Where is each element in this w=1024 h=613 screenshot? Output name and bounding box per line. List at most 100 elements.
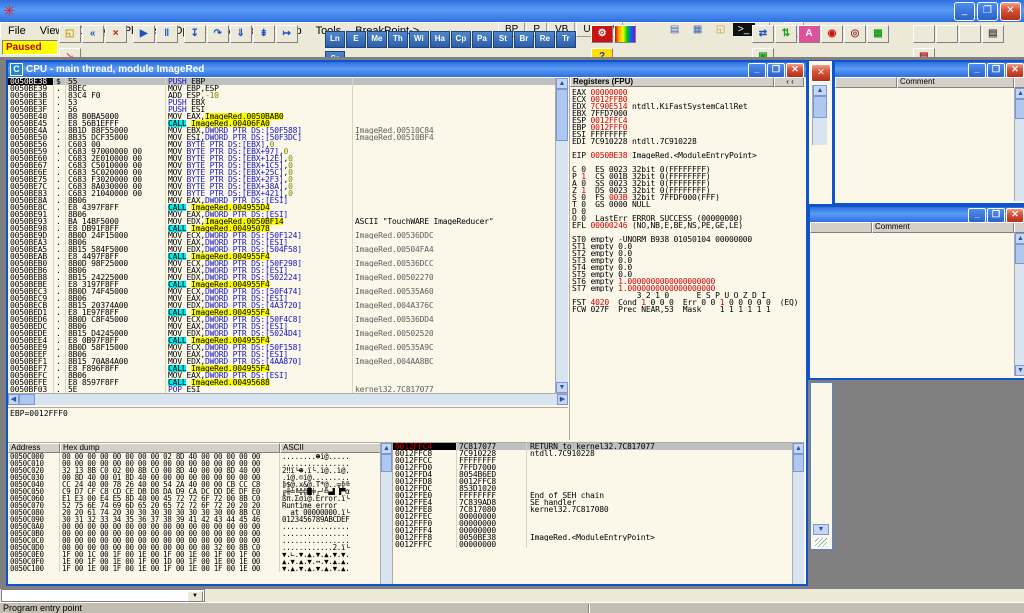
disasm-row[interactable]: 0050BE38$55PUSH EBP [8, 78, 555, 85]
disasm-row[interactable]: 0050BEC3.8B0D 74F45000MOV ECX,DWORD PTR … [8, 288, 555, 295]
register-line[interactable]: FST 4020 Cond 1 0 0 0 Err 0 0 1 0 0 0 0 … [572, 299, 804, 306]
disasm-row[interactable]: 0050BE83.C683 21040000 00MOV BYTE PTR DS… [8, 190, 555, 197]
disassembly-scrollbar[interactable]: ▲ ▼ [555, 78, 568, 393]
close-button[interactable]: ✕ [1000, 2, 1021, 21]
cpu-titlebar[interactable]: C CPU - main thread, module ImageRed _ ❐… [8, 62, 806, 77]
pane-button-wi[interactable]: Wi [409, 31, 429, 48]
disasm-row[interactable]: 0050BE6E.C683 5C020000 00MOV BYTE PTR DS… [8, 169, 555, 176]
register-line[interactable]: EIP 0050BE38 ImageRed.<ModuleEntryPoint> [572, 152, 804, 159]
comment-window-1-titlebar[interactable]: _ ❐ ✕ [835, 62, 1024, 77]
stack-row[interactable]: 0012FFF000000000 [393, 520, 804, 527]
disasm-row[interactable]: 0050BEA3.8B06MOV EAX,DWORD PTR DS:[ESI] [8, 239, 555, 246]
register-line[interactable] [572, 159, 804, 166]
appearance-icon[interactable] [614, 25, 636, 43]
register-line[interactable]: EDX 7C90E514 ntdll.KiFastSystemCallRet [572, 103, 804, 110]
swap-icon[interactable]: ⇄ [752, 25, 774, 43]
scroll-thumb[interactable] [19, 394, 35, 405]
assemble-icon[interactable]: A [798, 25, 820, 43]
disasm-row[interactable]: 0050BEE9.8B0D 58F15000MOV ECX,DWORD PTR … [8, 344, 555, 351]
register-line[interactable]: ST1 empty 0.0 [572, 243, 804, 250]
scroll-up-arrow[interactable]: ▲ [381, 443, 392, 454]
scroll-right-arrow[interactable]: ▶ [557, 394, 568, 405]
dump-scrollbar[interactable]: ▲ [380, 443, 392, 584]
disasm-row[interactable]: 0050BE45.E8 56B1EFFFCALL ImageRed.00406F… [8, 120, 555, 127]
register-line[interactable]: D 0 [572, 208, 804, 215]
restart-icon[interactable]: « [82, 25, 104, 43]
dump-pane[interactable]: Address Hex dump ASCII 0050C00000 00 00 … [8, 442, 392, 584]
stack-row[interactable]: 0012FFEC00000000 [393, 513, 804, 520]
disasm-row[interactable]: 0050BE75.C683 F3020000 00MOV BYTE PTR DS… [8, 176, 555, 183]
register-line[interactable]: ESP 0012FFC4 [572, 117, 804, 124]
register-line[interactable]: O 0 LastErr ERROR_SUCCESS (00000000) [572, 215, 804, 222]
scroll-down-arrow[interactable]: ▼ [813, 524, 829, 535]
dump-row[interactable]: 0050C0D000 00 00 00 00 00 00 00 00 00 00… [8, 544, 392, 551]
register-line[interactable]: ST4 empty 0.0 [572, 264, 804, 271]
dump-row[interactable]: 0050C0E01F 00 1C 00 1F 00 1E 00 1F 00 1E… [8, 551, 392, 558]
dump-row[interactable]: 0050C0A000 00 00 00 00 00 00 00 00 00 00… [8, 523, 392, 530]
stack-row[interactable]: 0012FFC47C817077RETURN to kernel32.7C817… [393, 443, 804, 450]
registers-header-arrows[interactable]: ‹ ‹ [774, 77, 804, 87]
disasm-row[interactable]: 0050BE4A.8B1D 88F55000MOV EBX,DWORD PTR … [8, 127, 555, 134]
dump-row[interactable]: 0050C00000 00 00 00 00 00 00 00 02 8D 40… [8, 453, 392, 460]
dump-row[interactable]: 0050C050C9 D7 CF C8 CD CE DB D8 DA D9 CA… [8, 488, 392, 495]
stack-row[interactable]: 0012FFE47C839AD8SE handler [393, 499, 804, 506]
stack-row[interactable]: 0012FFC87C910228ntdll.7C910228 [393, 450, 804, 457]
scroll-down-arrow[interactable]: ▼ [556, 382, 568, 393]
execute-till-return-icon[interactable]: ↦ [276, 25, 298, 43]
disasm-row[interactable]: 0050BEC9.8B06MOV EAX,DWORD PTR DS:[ESI] [8, 295, 555, 302]
disasm-row[interactable]: 0050BE50.8B35 DCF35000MOV ESI,DWORD PTR … [8, 134, 555, 141]
register-line[interactable]: ST6 empty 1.0000000000000000000 [572, 278, 804, 285]
disasm-row[interactable]: 0050BE3B.83C4 F0ADD ESP,-10 [8, 92, 555, 99]
scroll-up-arrow[interactable]: ▲ [1015, 233, 1024, 244]
step-over-icon[interactable]: ↷ [207, 25, 229, 43]
disasm-row[interactable]: 0050BEFE.E8 8597F8FFCALL ImageRed.004956… [8, 379, 555, 386]
binary-icon[interactable]: ▦ [867, 25, 889, 43]
run-icon[interactable]: ▶ [133, 25, 155, 43]
floppy-icon[interactable]: ▦ [687, 23, 709, 36]
disasm-row[interactable]: 0050BE67.C683 C5010000 00MOV BYTE PTR DS… [8, 162, 555, 169]
register-line[interactable]: ECX 0012FFB0 [572, 96, 804, 103]
restore-button[interactable]: ❐ [767, 63, 785, 78]
disasm-row[interactable]: 0050BEB0.8B0D 98F25000MOV ECX,DWORD PTR … [8, 260, 555, 267]
register-line[interactable]: EAX 00000000 [572, 89, 804, 96]
empty-button[interactable] [959, 25, 981, 43]
stack-row[interactable]: 0012FFE0FFFFFFFFEnd of SEH chain [393, 492, 804, 499]
disasm-row[interactable]: 0050BED6.8B0D C8F45000MOV ECX,DWORD PTR … [8, 316, 555, 323]
minimize-button[interactable]: _ [748, 63, 766, 78]
notes-icon[interactable]: ▤ [664, 23, 686, 36]
scroll-down-arrow[interactable]: ▼ [1015, 365, 1024, 376]
step-into-icon[interactable]: ↧ [184, 25, 206, 43]
disasm-row[interactable]: 0050BE8A.8B06MOV EAX,DWORD PTR DS:[ESI] [8, 197, 555, 204]
register-line[interactable]: Z 1 DS 0023 32bit 0(FFFFFFFF) [572, 187, 804, 194]
disasm-row[interactable]: 0050BEA5.8B15 584F5000MOV EDX,DWORD PTR … [8, 246, 555, 253]
dump-row[interactable]: 0050C0C000 00 00 00 00 00 00 00 00 00 00… [8, 537, 392, 544]
disasm-row[interactable]: 0050BEF1.8B15 70A84A00MOV EDX,DWORD PTR … [8, 358, 555, 365]
resize-grip[interactable] [815, 538, 827, 547]
disasm-row[interactable]: 0050BE60.C683 2E010000 00MOV BYTE PTR DS… [8, 155, 555, 162]
scroll-up-arrow[interactable]: ▲ [1015, 88, 1024, 99]
pane-button-ha[interactable]: Ha [430, 31, 450, 48]
minimize-button[interactable]: _ [968, 208, 986, 223]
pane-button-pa[interactable]: Pa [472, 31, 492, 48]
dump-row[interactable]: 0050C03000 8D 40 00 01 8D 40 00 00 00 00… [8, 474, 392, 481]
scroll-thumb[interactable] [556, 89, 568, 141]
updown-icon[interactable]: ⇅ [775, 25, 797, 43]
combobox-dropdown-arrow[interactable]: ▼ [187, 591, 203, 602]
hidden-window-close-button[interactable]: ✕ [811, 64, 831, 82]
scroll-thumb[interactable] [381, 454, 392, 472]
dump-row[interactable]: 0050C02032 13 8B C0 02 00 8B C0 00 8D 40… [8, 467, 392, 474]
register-line[interactable] [572, 145, 804, 152]
scroll-up-arrow[interactable]: ▲ [556, 78, 568, 89]
stack-row[interactable]: 0012FFFC00000000 [393, 541, 804, 548]
disasm-row[interactable]: 0050BE8C.E8 4397F8FFCALL ImageRed.004955… [8, 204, 555, 211]
scroll-thumb[interactable] [1015, 99, 1024, 119]
register-line[interactable] [572, 229, 804, 236]
comment-window-2-titlebar[interactable]: _ ❐ ✕ [810, 207, 1024, 222]
dump-row[interactable]: 0050C07052 75 6E 74 69 6D 65 20 65 72 72… [8, 502, 392, 509]
options-gear-icon[interactable]: ⚙ [591, 25, 613, 43]
pane-button-ln[interactable]: Ln [325, 31, 345, 48]
stack-pane[interactable]: 0012FFC47C817077RETURN to kernel32.7C817… [392, 442, 804, 584]
disasm-row[interactable]: 0050BE3F.56PUSH ESI [8, 106, 555, 113]
empty-button[interactable] [913, 25, 935, 43]
disasm-row[interactable]: 0050BEDE.8B15 D4245000MOV EDX,DWORD PTR … [8, 330, 555, 337]
